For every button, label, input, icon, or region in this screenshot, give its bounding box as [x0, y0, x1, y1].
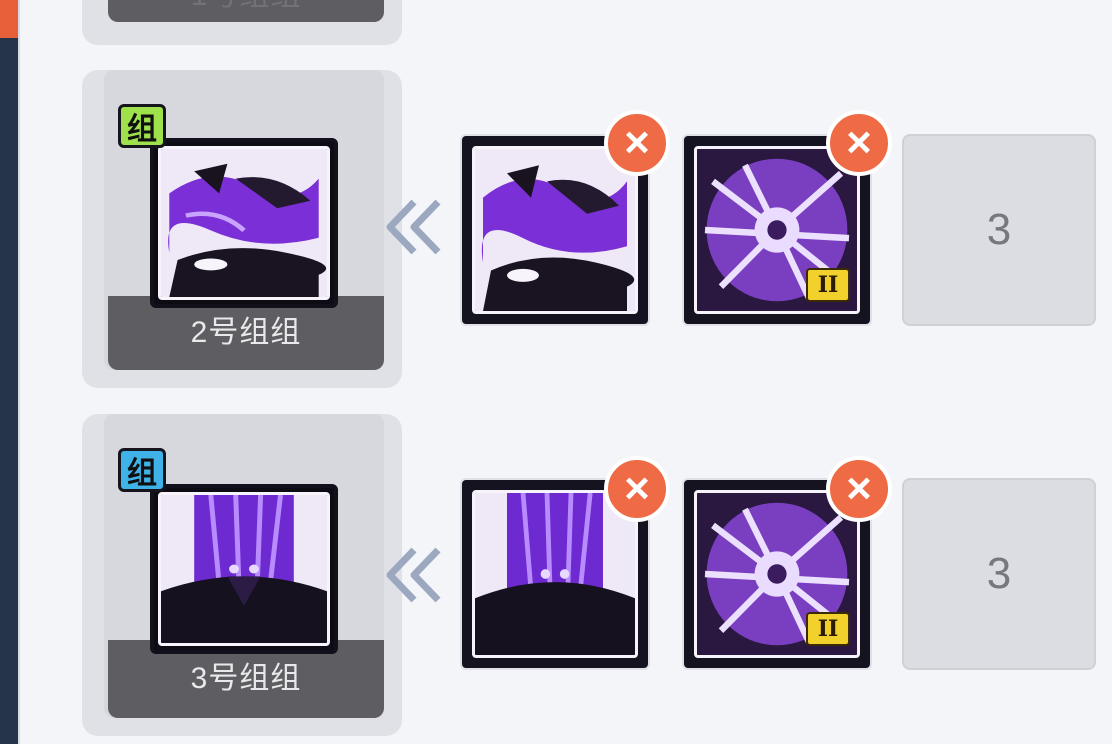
group-badge-label: 组 — [127, 457, 157, 490]
remove-button[interactable]: × — [604, 110, 670, 176]
rail-edge — [18, 0, 20, 744]
beast-material-art — [472, 490, 638, 658]
left-rail — [0, 0, 20, 744]
top-group-label-bar: 1号组组 — [108, 0, 384, 22]
group-badge: 组 — [118, 448, 166, 492]
remove-button[interactable]: × — [826, 456, 892, 522]
group-badge: 组 — [118, 104, 166, 148]
empty-slot[interactable]: 3 — [902, 134, 1096, 326]
group-badge-label: 组 — [127, 113, 157, 146]
result-card[interactable] — [150, 138, 338, 308]
remove-button[interactable]: × — [604, 456, 670, 522]
empty-slot[interactable]: 3 — [902, 478, 1096, 670]
beast-art — [158, 492, 330, 646]
top-group-panel[interactable]: 1号组组 — [82, 0, 402, 45]
close-icon: × — [846, 464, 872, 513]
empty-slot-label: 3 — [986, 549, 1012, 598]
group-label: 2号组组 — [190, 316, 302, 349]
top-group-label: 1号组组 — [191, 0, 302, 12]
tier-label: II — [817, 616, 839, 642]
dragon-material-art — [472, 146, 638, 314]
tier-label: II — [817, 272, 839, 298]
tier-badge: II — [806, 268, 850, 302]
remove-button[interactable]: × — [826, 110, 892, 176]
empty-slot-label: 3 — [986, 205, 1012, 254]
result-card[interactable] — [150, 484, 338, 654]
chevron-double-left-icon — [386, 199, 441, 255]
group-label: 3号组组 — [190, 662, 302, 695]
chevron-double-left-icon — [386, 547, 441, 603]
rail-accent — [0, 0, 18, 38]
close-icon: × — [624, 464, 650, 513]
tier-badge: II — [806, 612, 850, 646]
dragon-art — [158, 146, 330, 300]
close-icon: × — [624, 118, 650, 167]
close-icon: × — [846, 118, 872, 167]
